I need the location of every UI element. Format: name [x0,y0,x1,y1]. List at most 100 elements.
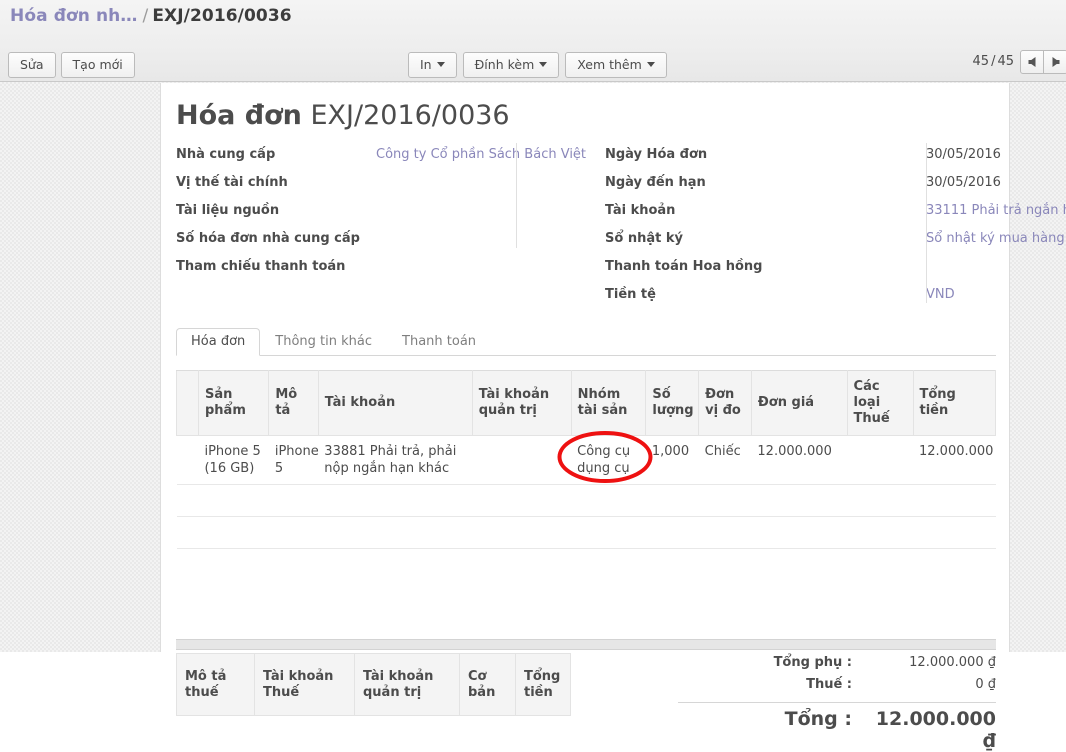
table-row-empty[interactable] [176,484,996,517]
cell-account[interactable]: 33881 Phải trả, phải nộp ngắn hạn khác [318,435,473,485]
tax-header-base[interactable]: Cơ bản [459,653,516,716]
field-label-journal: Sổ nhật ký [605,231,683,246]
lines-header-quantity[interactable]: Số lượng [645,370,700,436]
cell-product[interactable]: iPhone 5 (16 GB) [198,435,269,485]
cell-description[interactable]: iPhone 5 [268,435,319,485]
table-row[interactable]: iPhone 5 (16 GB) iPhone 5 33881 Phải trả… [176,435,996,485]
field-value-invoice-date[interactable]: 30/05/2016 [926,145,1001,164]
field-label-commission-payment: Thanh toán Hoa hồng [605,259,763,274]
attachment-label: Đính kèm [474,57,535,72]
field-value-due-date[interactable]: 30/05/2016 [926,173,1001,192]
lines-header-account[interactable]: Tài khoản [317,370,473,436]
tax-header-description[interactable]: Mô tả thuế [176,653,255,716]
left-button-group: Sửa Tạo mới [8,52,140,78]
notebook-tabs: Hóa đơn Thông tin khác Thanh toán [176,328,996,356]
page-title-reference: EXJ/2016/0036 [310,100,510,131]
more-dropdown-button[interactable]: Xem thêm [565,52,667,78]
tax-header-analytic-account[interactable]: Tài khoản quản trị [354,653,460,716]
chevron-down-icon [646,62,655,67]
empty-cell[interactable] [198,516,996,549]
lines-header-amount[interactable]: Tổng tiền [912,370,996,436]
tab-payments[interactable]: Thanh toán [387,328,491,356]
page-title: Hóa đơn EXJ/2016/0036 [176,100,510,131]
field-row-due-date: Ngày đến hạn 30/05/2016 [605,173,1001,201]
invoice-lines-table: Sản phẩm Mô tả Tài khoản Tài khoản quản … [176,370,996,549]
subtotal-value: 12.000.000 ₫ [909,655,996,670]
field-row-currency: Tiền tệ VND [605,285,995,313]
lines-header-description[interactable]: Mô tả [268,370,319,436]
field-row-source-document: Tài liệu nguồn [176,201,521,229]
field-label-account: Tài khoản [605,203,676,218]
cell-unit-price[interactable]: 12.000.000 [751,435,848,485]
field-label-invoice-date: Ngày Hóa đơn [605,147,708,162]
lines-header-taxes[interactable]: Các loại Thuế [846,370,914,436]
field-value-currency[interactable]: VND [926,285,955,304]
tax-header-amount[interactable]: Tổng tiền [515,653,571,716]
cell-asset-group[interactable]: Công cụ dụng cụ [571,435,646,485]
table-row-empty[interactable] [176,516,996,549]
field-label-currency: Tiền tệ [605,287,656,302]
totals-row-grand-total: Tổng : 12.000.000 ₫ [678,702,996,752]
center-button-group: In Đính kèm Xem thêm [408,52,673,78]
field-row-supplier: Nhà cung cấp Công ty Cổ phần Sách Bách V… [176,145,586,173]
lines-header-analytic-account[interactable]: Tài khoản quản trị [471,370,572,436]
field-row-commission-payment: Thanh toán Hoa hồng [605,257,995,285]
breadcrumb-current: EXJ/2016/0036 [152,6,292,26]
totals-row-subtotal: Tổng phụ : 12.000.000 ₫ [678,655,996,677]
tax-value: 0 ₫ [975,677,996,692]
row-handle [176,484,199,517]
tax-header-tax-account[interactable]: Tài khoản Thuế [254,653,355,716]
tab-invoice[interactable]: Hóa đơn [176,328,261,356]
print-dropdown-button[interactable]: In [408,52,457,78]
cell-amount[interactable]: 12.000.000 [913,435,996,485]
row-handle[interactable] [176,435,199,485]
breadcrumb-separator: / [142,6,149,26]
field-label-supplier: Nhà cung cấp [176,147,276,162]
field-group-right-divider [926,143,927,303]
page-title-strong: Hóa đơn [176,100,302,131]
arrow-right-icon [1052,57,1059,67]
breadcrumb-parent-link[interactable]: Hóa đơn nh… [10,6,137,26]
tax-lines-table: Mô tả thuế Tài khoản Thuế Tài khoản quản… [176,653,571,716]
attachment-dropdown-button[interactable]: Đính kèm [462,52,560,78]
lines-header-product[interactable]: Sản phẩm [197,370,270,436]
chevron-down-icon [539,62,548,67]
pager: 45/45 [973,54,1014,69]
field-value-account[interactable]: 33111 Phải trả ngắn hạn: HĐ SXKD [926,201,1066,220]
cell-taxes[interactable] [847,435,913,485]
lines-header-uom[interactable]: Đơn vị đo [698,370,752,436]
grand-total-label: Tổng : [784,708,852,730]
field-value-journal[interactable]: Sổ nhật ký mua hàng (VND) [926,229,1066,248]
cell-analytic-account[interactable] [472,435,572,485]
pager-separator: / [991,54,996,69]
cell-uom[interactable]: Chiếc [698,435,752,485]
field-row-invoice-date: Ngày Hóa đơn 30/05/2016 [605,145,1001,173]
more-label: Xem thêm [577,57,642,72]
tax-header-row: Mô tả thuế Tài khoản Thuế Tài khoản quản… [176,653,571,716]
lines-table-footer-bar [176,639,996,650]
create-button[interactable]: Tạo mới [60,52,135,78]
edit-button[interactable]: Sửa [8,52,56,78]
pager-total: 45 [997,54,1014,69]
field-group-left-divider [516,143,517,248]
cell-quantity[interactable]: 1,000 [645,435,699,485]
previous-record-button[interactable] [1020,50,1044,74]
field-value-supplier[interactable]: Công ty Cổ phần Sách Bách Việt [376,145,586,164]
field-row-account: Tài khoản 33111 Phải trả ngắn hạn: HĐ SX… [605,201,1066,229]
field-group-left: Nhà cung cấp Công ty Cổ phần Sách Bách V… [176,145,586,285]
next-record-button[interactable] [1044,50,1066,74]
field-row-fiscal-position: Vị thế tài chính [176,173,521,201]
top-toolbar: Hóa đơn nh… / EXJ/2016/0036 Sửa Tạo mới In Đ… [0,0,1066,82]
totals-panel: Tổng phụ : 12.000.000 ₫ Thuế : 0 ₫ Tổng … [678,655,996,752]
arrow-left-icon [1028,57,1036,67]
chevron-down-icon [436,62,445,67]
field-label-source-document: Tài liệu nguồn [176,203,280,218]
tab-other-info[interactable]: Thông tin khác [260,328,387,356]
field-label-fiscal-position: Vị thế tài chính [176,175,288,190]
field-group-right: Ngày Hóa đơn 30/05/2016 Ngày đến hạn 30/… [605,145,1066,313]
pager-nav-buttons [1020,50,1066,74]
lines-header-asset-group[interactable]: Nhóm tài sản [570,370,647,436]
empty-cell[interactable] [198,484,996,517]
lines-header-unit-price[interactable]: Đơn giá [750,370,848,436]
lines-handle-header [176,370,199,436]
